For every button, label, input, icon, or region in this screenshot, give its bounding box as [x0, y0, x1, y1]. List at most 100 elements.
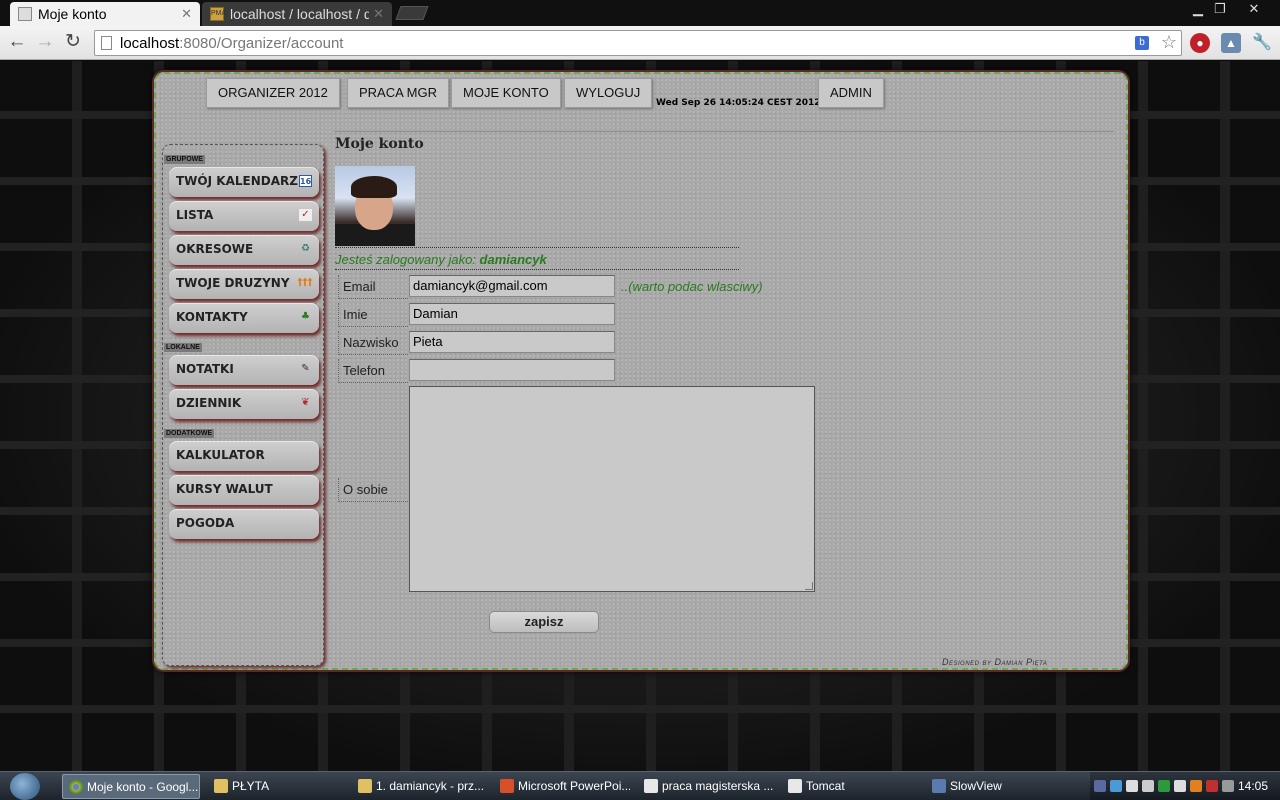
- url-host: localhost: [120, 34, 180, 52]
- system-tray: 14:05: [1090, 772, 1280, 800]
- sidebar-item-label: TWÓJ KALENDARZ: [176, 174, 298, 188]
- sidebar-item-lista[interactable]: LISTA ✓: [169, 201, 319, 231]
- network-icon[interactable]: [1126, 780, 1138, 792]
- media-icon[interactable]: [1094, 780, 1106, 792]
- last-name-label: Nazwisko: [338, 331, 408, 355]
- start-button-icon[interactable]: [10, 773, 40, 800]
- volume-icon[interactable]: [1174, 780, 1186, 792]
- sidebar-item-label: KALKULATOR: [176, 448, 265, 462]
- search-icon[interactable]: [1110, 780, 1122, 792]
- task-label: 1. damiancyk - prz...: [376, 779, 484, 793]
- page-title: Moje konto: [335, 136, 424, 152]
- nav-admin[interactable]: ADMIN: [818, 78, 884, 108]
- nav-moje-konto[interactable]: MOJE KONTO: [451, 78, 561, 108]
- sidebar-item-dziennik[interactable]: DZIENNIK ❦: [169, 389, 319, 419]
- reload-icon[interactable]: ↻: [62, 31, 84, 55]
- section-label-grupowe: GRUPOWE: [164, 155, 205, 164]
- tab-close-icon[interactable]: ✕: [181, 6, 192, 22]
- battery-icon[interactable]: [1158, 780, 1170, 792]
- phone-field[interactable]: [409, 359, 615, 381]
- sidebar-item-kalendarz[interactable]: TWÓJ KALENDARZ 16: [169, 167, 319, 197]
- antivirus-icon[interactable]: [1206, 780, 1218, 792]
- tab-title: Moje konto: [38, 6, 107, 22]
- about-label: O sobie: [338, 478, 408, 502]
- task-tomcat[interactable]: Tomcat: [782, 774, 918, 799]
- folder-icon: [358, 779, 372, 793]
- extension-image-icon[interactable]: ▲: [1221, 33, 1241, 53]
- wrench-menu-icon[interactable]: 🔧: [1252, 33, 1272, 53]
- about-textarea[interactable]: [409, 386, 815, 592]
- address-bar[interactable]: localhost:8080/Organizer/account b ☆: [94, 30, 1182, 56]
- phone-label: Telefon: [338, 359, 408, 383]
- adblock-icon[interactable]: ●: [1190, 33, 1210, 53]
- sidebar-item-label: KURSY WALUT: [176, 482, 273, 496]
- page-icon: [101, 36, 112, 50]
- sidebar-item-kursy-walut[interactable]: KURSY WALUT: [169, 475, 319, 505]
- nav-organizer-2012[interactable]: ORGANIZER 2012: [206, 78, 340, 108]
- sidebar-item-druzyny[interactable]: TWOJE DRUZYNY †††: [169, 269, 319, 299]
- first-name-field[interactable]: Damian: [409, 303, 615, 325]
- sidebar-item-okresowe[interactable]: OKRESOWE ♻: [169, 235, 319, 265]
- tab-phpmyadmin[interactable]: PMA localhost / localhost / db_ ✕: [202, 2, 392, 26]
- task-label: Microsoft PowerPoi...: [518, 779, 630, 793]
- nav-praca-mgr[interactable]: PRACA MGR: [347, 78, 450, 108]
- extension-icon[interactable]: b: [1135, 36, 1149, 50]
- resize-handle[interactable]: [805, 582, 813, 590]
- back-icon[interactable]: ←: [6, 31, 28, 55]
- sidebar-item-label: OKRESOWE: [176, 242, 254, 256]
- task-folder[interactable]: 1. damiancyk - prz...: [352, 774, 484, 799]
- sidebar-item-notatki[interactable]: NOTATKI ✎: [169, 355, 319, 385]
- sidebar-item-label: TWOJE DRUZYNY: [176, 276, 290, 290]
- chrome-icon: [69, 780, 83, 794]
- task-label: praca magisterska ...: [662, 779, 774, 793]
- maximize-icon[interactable]: ❐: [1206, 0, 1234, 20]
- task-powerpoint[interactable]: Microsoft PowerPoi...: [494, 774, 630, 799]
- sidebar-item-label: POGODA: [176, 516, 235, 530]
- browser-toolbar: ← → ↻ localhost:8080/Organizer/account b…: [0, 26, 1280, 60]
- taskbar: Moje konto - Googl... PŁYTA 1. damiancyk…: [0, 771, 1280, 800]
- document-icon: [644, 779, 658, 793]
- new-tab-button[interactable]: [395, 6, 429, 20]
- close-window-icon[interactable]: ✕: [1240, 0, 1268, 20]
- current-datetime: Wed Sep 26 14:05:24 CEST 2012: [656, 98, 821, 108]
- task-label: Tomcat: [806, 779, 845, 793]
- footer-credit: Designed by Damian Pięta: [942, 657, 1048, 667]
- powerpoint-icon: [500, 779, 514, 793]
- tab-moje-konto[interactable]: Moje konto ✕: [10, 2, 200, 26]
- sidebar-item-kalkulator[interactable]: KALKULATOR: [169, 441, 319, 471]
- divider: [335, 247, 739, 248]
- sidebar-item-label: LISTA: [176, 208, 214, 222]
- tray-app-icon[interactable]: [1222, 780, 1234, 792]
- usb-icon[interactable]: [1142, 780, 1154, 792]
- slowview-icon: [932, 779, 946, 793]
- header-divider: [334, 131, 1114, 132]
- avatar-hair: [351, 176, 397, 198]
- bookmark-star-icon[interactable]: ☆: [1161, 32, 1177, 53]
- avatar: [335, 166, 415, 246]
- email-hint: ..(warto podac wlasciwy): [621, 279, 763, 294]
- tab-close-icon[interactable]: ✕: [373, 6, 384, 22]
- sidebar-item-pogoda[interactable]: POGODA: [169, 509, 319, 539]
- contacts-icon: ♣: [301, 311, 310, 322]
- java-icon[interactable]: [1190, 780, 1202, 792]
- task-praca-magisterska[interactable]: praca magisterska ...: [638, 774, 774, 799]
- sidebar-item-kontakty[interactable]: KONTAKTY ♣: [169, 303, 319, 333]
- save-button[interactable]: zapisz: [489, 611, 599, 633]
- url-path: :8080/Organizer/account: [179, 34, 344, 52]
- task-slowview[interactable]: SlowView: [926, 774, 1062, 799]
- task-chrome[interactable]: Moje konto - Googl...: [62, 774, 200, 799]
- nav-wyloguj[interactable]: WYLOGUJ: [564, 78, 653, 108]
- task-plyta[interactable]: PŁYTA: [208, 774, 338, 799]
- sidebar: GRUPOWE TWÓJ KALENDARZ 16 LISTA ✓ OKRESO…: [162, 144, 324, 666]
- recurring-icon: ♻: [301, 243, 310, 254]
- divider: [335, 269, 739, 270]
- task-label: Moje konto - Googl...: [87, 780, 199, 794]
- site-favicon-icon: [18, 7, 32, 21]
- first-name-label: Imie: [338, 303, 408, 327]
- username: damiancyk: [479, 252, 547, 267]
- checklist-icon: ✓: [299, 209, 312, 221]
- last-name-field[interactable]: Pieta: [409, 331, 615, 353]
- email-field[interactable]: damiancyk@gmail.com: [409, 275, 615, 297]
- forward-icon[interactable]: →: [34, 31, 56, 55]
- sidebar-item-label: KONTAKTY: [176, 310, 248, 324]
